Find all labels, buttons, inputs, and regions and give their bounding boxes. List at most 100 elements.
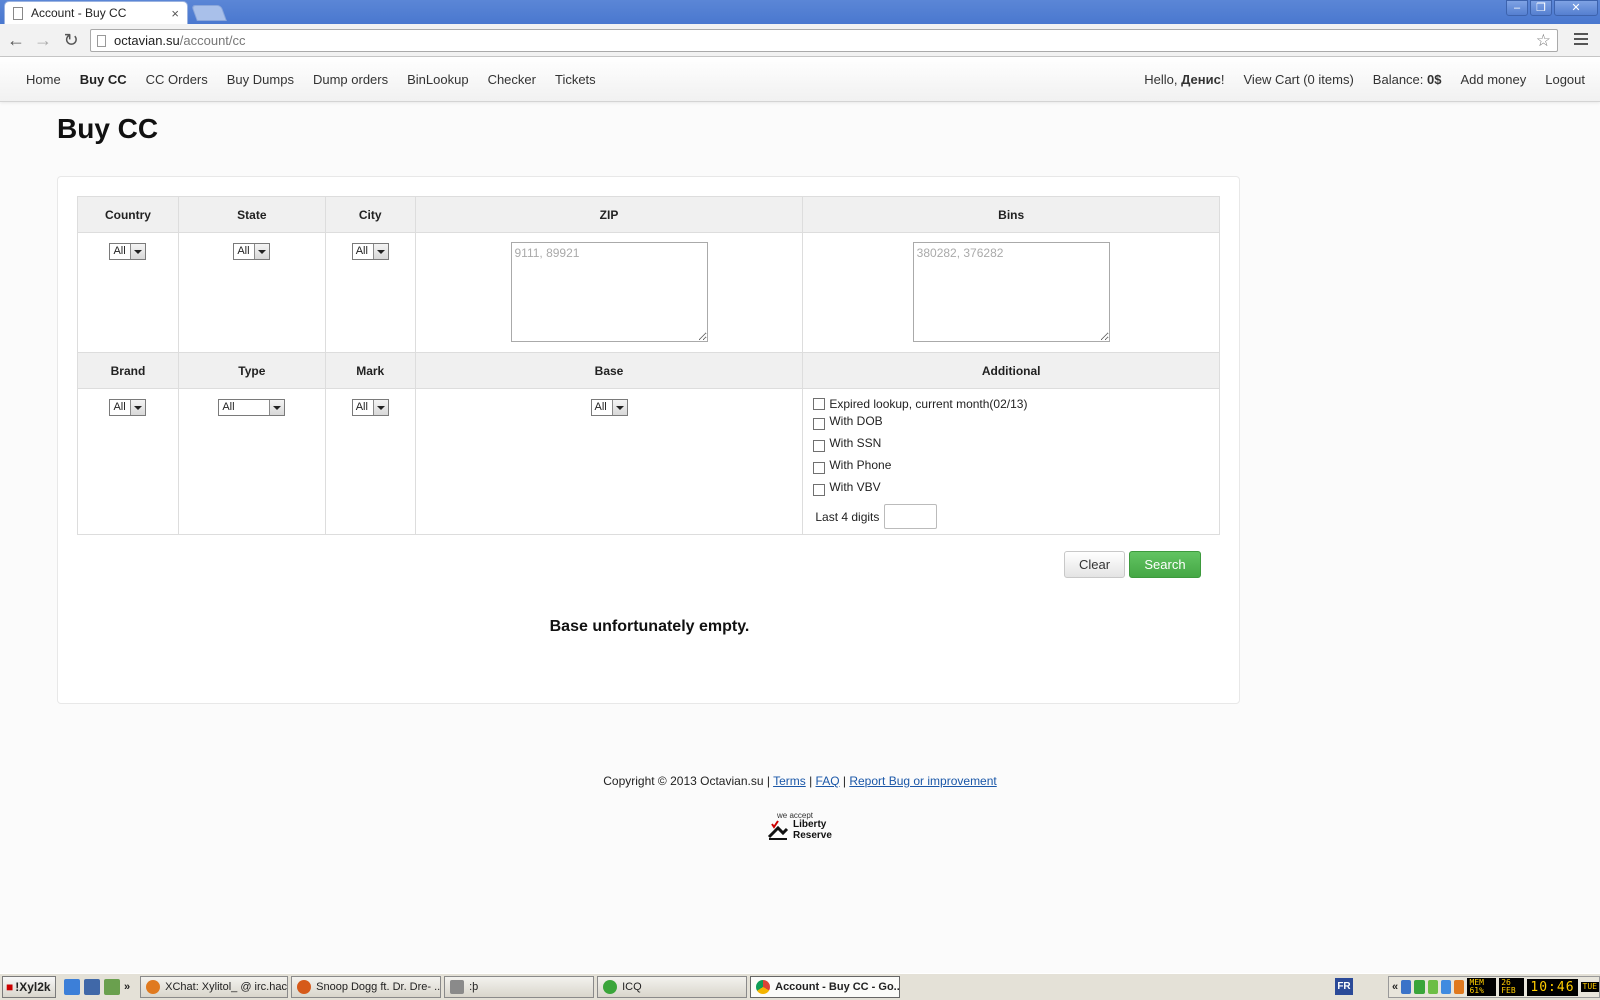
desktop-icon[interactable]	[84, 979, 100, 995]
day-display: TUE	[1580, 982, 1599, 992]
tab-close-icon[interactable]: ×	[171, 6, 179, 21]
type-select[interactable]: All	[218, 399, 286, 416]
base-select[interactable]: All	[590, 399, 628, 416]
new-tab-button[interactable]	[191, 5, 227, 21]
task-xchat[interactable]: XChat: Xylitol_ @ irc.hac...	[140, 976, 289, 998]
url-host: octavian.su	[114, 33, 180, 48]
start-button[interactable]: ■ !Xyl2k	[2, 976, 56, 998]
chrome-icon	[756, 980, 771, 994]
with-ssn-option[interactable]: With SSN	[813, 436, 1219, 458]
close-window-button[interactable]: ✕	[1554, 0, 1598, 16]
chrome-menu-icon[interactable]	[1574, 30, 1588, 48]
search-panel: Country State City ZIP Bins All All All …	[57, 176, 1240, 704]
tray-network-icon[interactable]	[1401, 980, 1412, 994]
chevron-down-icon	[254, 244, 270, 259]
logout-link[interactable]: Logout	[1545, 72, 1585, 87]
header-zip: ZIP	[414, 196, 804, 233]
filter-table: Country State City ZIP Bins All All All …	[77, 196, 1220, 535]
header-city: City	[324, 196, 416, 233]
tab-title: Account - Buy CC	[31, 6, 127, 20]
tray-app-icon[interactable]	[1427, 980, 1438, 994]
nav-binlookup[interactable]: BinLookup	[407, 72, 468, 87]
nav-cc-orders[interactable]: CC Orders	[146, 72, 208, 87]
search-button[interactable]: Search	[1129, 551, 1201, 578]
xchat-icon	[146, 980, 161, 994]
bins-input[interactable]	[912, 242, 1110, 342]
expired-lookup-option[interactable]: Expired lookup, current month(02/13)	[813, 397, 1219, 414]
additional-options: Expired lookup, current month(02/13) Wit…	[802, 388, 1220, 535]
nav-dump-orders[interactable]: Dump orders	[313, 72, 388, 87]
last4-label: Last 4 digits	[815, 509, 880, 524]
nav-left: Home Buy CC CC Orders Buy Dumps Dump ord…	[26, 57, 596, 102]
nav-home[interactable]: Home	[26, 72, 61, 87]
faq-link[interactable]: FAQ	[816, 774, 840, 788]
with-phone-option[interactable]: With Phone	[813, 458, 1219, 480]
nav-buy-dumps[interactable]: Buy Dumps	[227, 72, 294, 87]
browser-titlebar: Account - Buy CC × – ❐ ✕	[0, 0, 1600, 24]
nav-checker[interactable]: Checker	[488, 72, 536, 87]
tray-icq-icon[interactable]	[1414, 980, 1425, 994]
task-icq[interactable]: ICQ	[597, 976, 748, 998]
terms-link[interactable]: Terms	[773, 774, 806, 788]
footer: Copyright © 2013 Octavian.su | Terms | F…	[603, 774, 997, 788]
header-additional: Additional	[802, 352, 1220, 389]
forward-icon[interactable]: →	[32, 29, 54, 51]
last4-input[interactable]	[884, 504, 938, 529]
task-firefox[interactable]: Snoop Dogg ft. Dr. Dre- ...	[291, 976, 442, 998]
task-chrome[interactable]: Account - Buy CC - Go...	[750, 976, 901, 998]
view-cart-link[interactable]: View Cart (0 items)	[1244, 72, 1354, 87]
page-icon	[13, 6, 23, 20]
zip-input[interactable]	[510, 242, 708, 342]
app-icon[interactable]	[104, 979, 120, 995]
state-select[interactable]: All	[233, 243, 271, 260]
with-vbv-checkbox[interactable]	[813, 484, 826, 496]
clock[interactable]: 10:46	[1527, 978, 1578, 996]
expired-lookup-checkbox[interactable]	[813, 398, 826, 410]
empty-message: Base unfortunately empty.	[549, 618, 750, 635]
country-select[interactable]: All	[109, 243, 147, 260]
mark-select[interactable]: All	[351, 399, 389, 416]
with-vbv-option[interactable]: With VBV	[813, 480, 1219, 502]
with-dob-option[interactable]: With DOB	[813, 414, 1219, 436]
header-type: Type	[177, 352, 326, 389]
bookmark-star-icon[interactable]: ☆	[1536, 31, 1551, 51]
tray-xchat-icon[interactable]	[1454, 980, 1465, 994]
address-bar[interactable]: octavian.su /account/cc ☆	[90, 29, 1558, 52]
with-dob-checkbox[interactable]	[813, 418, 826, 430]
firefox-icon	[297, 980, 312, 994]
restore-button[interactable]: ❐	[1530, 0, 1552, 16]
ie-icon[interactable]	[64, 979, 80, 995]
tray-drive-icon[interactable]	[1440, 980, 1452, 994]
with-phone-checkbox[interactable]	[813, 462, 826, 474]
reload-icon[interactable]: ↻	[60, 29, 82, 51]
tray-expand-icon[interactable]: «	[1392, 981, 1398, 993]
add-money-link[interactable]: Add money	[1460, 72, 1526, 87]
city-select[interactable]: All	[351, 243, 389, 260]
report-bug-link[interactable]: Report Bug or improvement	[849, 774, 996, 788]
task-folder[interactable]: :þ	[444, 976, 595, 998]
task-list: XChat: Xylitol_ @ irc.hac... Snoop Dogg …	[140, 976, 901, 998]
liberty-reserve-icon	[767, 820, 789, 840]
chevron-down-icon	[130, 244, 146, 259]
header-country: Country	[77, 196, 179, 233]
icq-icon	[603, 980, 618, 994]
back-icon[interactable]: ←	[5, 29, 27, 51]
language-indicator[interactable]: FR	[1335, 978, 1353, 995]
minimize-button[interactable]: –	[1506, 0, 1528, 16]
nav-tickets[interactable]: Tickets	[555, 72, 596, 87]
clear-button[interactable]: Clear	[1064, 551, 1125, 578]
header-base: Base	[414, 352, 804, 389]
brand-select[interactable]: All	[109, 399, 147, 416]
browser-toolbar: ← → ↻ octavian.su /account/cc ☆	[0, 24, 1600, 57]
balance-display: Balance: 0$	[1372, 72, 1442, 87]
header-mark: Mark	[324, 352, 416, 389]
liberty-reserve-logo: we accept Liberty Reserve	[767, 811, 837, 843]
chevron-down-icon	[611, 400, 627, 415]
header-bins: Bins	[802, 196, 1220, 233]
with-ssn-checkbox[interactable]	[813, 440, 826, 452]
quicklaunch-more-icon[interactable]: »	[124, 981, 130, 993]
browser-tab[interactable]: Account - Buy CC ×	[4, 1, 188, 24]
system-tray: « MEM 61% 26 FEB 10:46 TUE	[1388, 976, 1600, 998]
nav-buy-cc[interactable]: Buy CC	[80, 72, 127, 87]
chevron-down-icon	[269, 400, 285, 415]
